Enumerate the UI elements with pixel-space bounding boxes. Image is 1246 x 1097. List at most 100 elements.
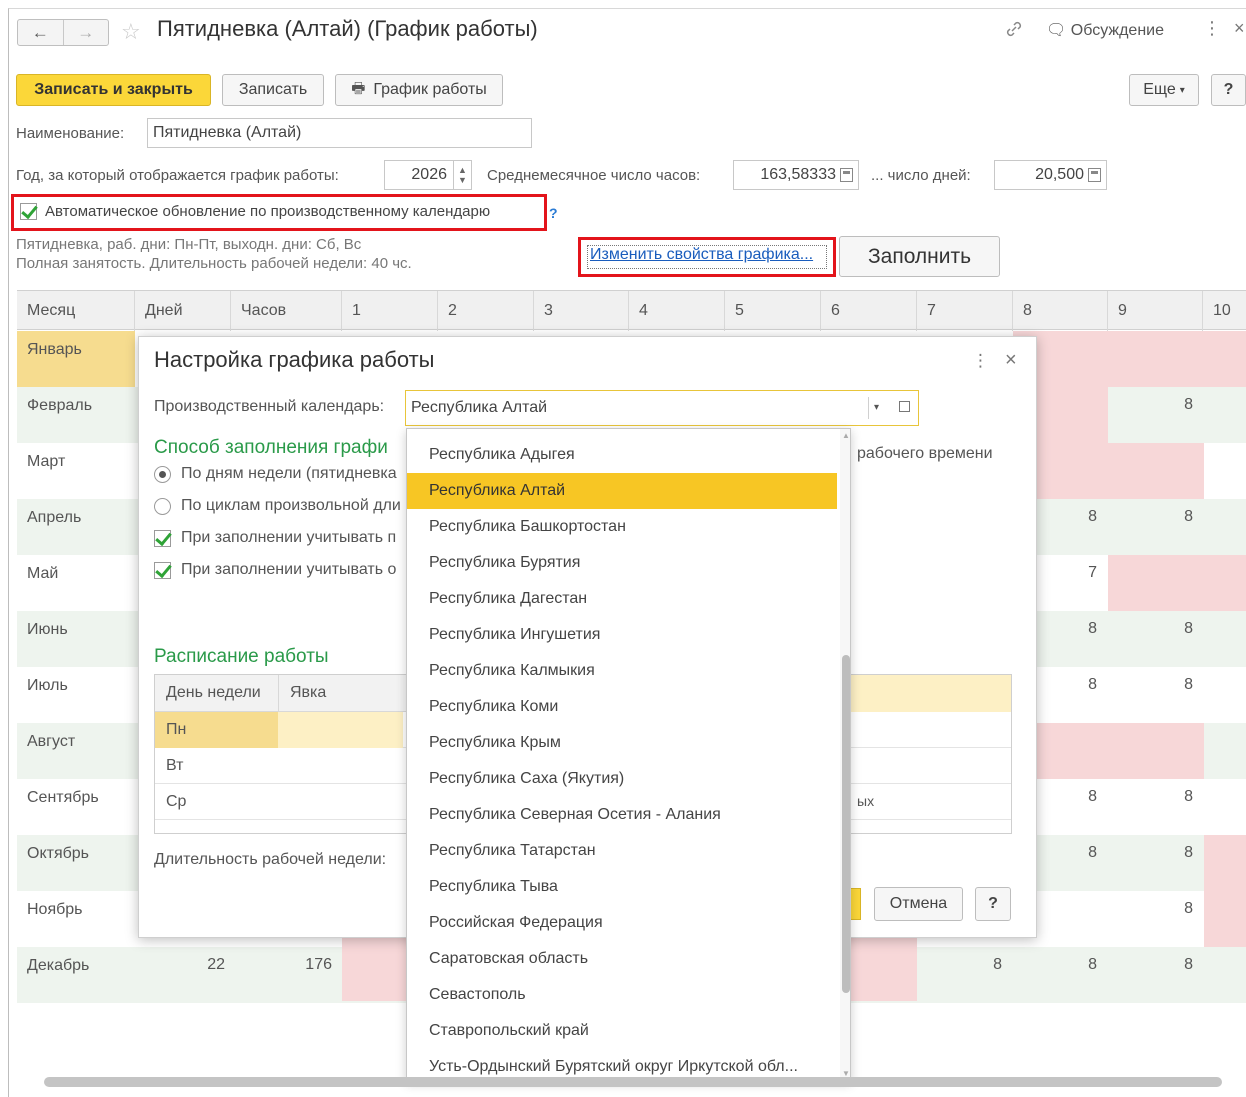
dropdown-arrow-icon[interactable]: ▾ bbox=[868, 397, 884, 419]
option-weekdays[interactable]: По дням недели (пятидневка bbox=[154, 465, 406, 483]
grid-cell[interactable]: 8 bbox=[962, 956, 1002, 974]
month-row-february[interactable]: Февраль bbox=[17, 387, 135, 443]
dropdown-item[interactable]: Саратовская область bbox=[407, 941, 837, 977]
grid-cell[interactable]: 8 bbox=[1153, 508, 1193, 526]
auto-update-checkbox[interactable] bbox=[20, 203, 37, 220]
radio-cycles[interactable] bbox=[154, 497, 171, 515]
col-day-10[interactable]: 10 bbox=[1203, 291, 1246, 331]
consider-holidays-row[interactable]: При заполнении учитывать п bbox=[154, 529, 406, 547]
col-weekday[interactable]: День недели bbox=[166, 684, 261, 702]
grid-cell[interactable]: 8 bbox=[1057, 676, 1097, 694]
dropdown-item[interactable]: Республика Калмыкия bbox=[407, 653, 837, 689]
change-properties-link[interactable]: Изменить свойства графика... bbox=[587, 245, 827, 269]
more-button[interactable]: Еще ▾ bbox=[1129, 74, 1199, 106]
dropdown-item[interactable]: Республика Дагестан bbox=[407, 581, 837, 617]
dropdown-item[interactable]: Ставропольский край bbox=[407, 1013, 837, 1049]
forward-button[interactable]: → bbox=[62, 20, 109, 45]
col-day-4[interactable]: 4 bbox=[629, 291, 725, 331]
grid-cell[interactable]: 8 bbox=[1153, 900, 1193, 918]
save-button[interactable]: Записать bbox=[222, 74, 324, 106]
grid-cell-december-days[interactable]: 22 bbox=[185, 956, 225, 974]
grid-cell[interactable]: 8 bbox=[1057, 788, 1097, 806]
grid-cell[interactable]: 8 bbox=[1153, 788, 1193, 806]
ok-button-edge[interactable] bbox=[851, 888, 861, 920]
window-close-icon[interactable]: × bbox=[1234, 18, 1245, 39]
col-day-3[interactable]: 3 bbox=[534, 291, 629, 331]
dropdown-item[interactable]: Республика Северная Осетия - Алания bbox=[407, 797, 837, 833]
grid-cell[interactable]: 8 bbox=[1057, 508, 1097, 526]
help-button[interactable]: ? bbox=[1211, 74, 1246, 106]
dropdown-item[interactable]: Российская Федерация bbox=[407, 905, 837, 941]
dropdown-item[interactable]: Республика Крым bbox=[407, 725, 837, 761]
calculator-icon[interactable] bbox=[840, 168, 853, 182]
dropdown-item[interactable]: Республика Ингушетия bbox=[407, 617, 837, 653]
grid-cell[interactable]: 8 bbox=[1057, 620, 1097, 638]
link-icon[interactable] bbox=[1005, 20, 1023, 43]
spin-up-icon[interactable]: ▲ bbox=[458, 165, 467, 175]
grid-cell[interactable]: 8 bbox=[1153, 956, 1193, 974]
grid-cell[interactable]: 8 bbox=[1153, 844, 1193, 862]
col-days[interactable]: Дней bbox=[135, 291, 231, 331]
month-row-september[interactable]: Сентябрь bbox=[17, 779, 135, 835]
consider-other-row[interactable]: При заполнении учитывать о bbox=[154, 561, 406, 579]
discussion-button[interactable]: 🗨 Обсуждение bbox=[1046, 20, 1164, 40]
year-spinner[interactable]: ▲ ▼ bbox=[453, 161, 471, 189]
window-menu-icon[interactable]: ⋮ bbox=[1203, 18, 1221, 39]
spin-down-icon[interactable]: ▼ bbox=[458, 175, 467, 185]
month-row-august[interactable]: Август bbox=[17, 723, 135, 779]
month-row-july[interactable]: Июль bbox=[17, 667, 135, 723]
month-row-december[interactable]: Декабрь bbox=[17, 947, 135, 1003]
schedule-button[interactable]: 🖶 График работы bbox=[335, 74, 503, 106]
dialog-menu-icon[interactable]: ⋮ bbox=[972, 351, 989, 371]
grid-cell-december-hours[interactable]: 176 bbox=[292, 956, 332, 974]
month-row-march[interactable]: Март bbox=[17, 443, 135, 499]
month-row-april[interactable]: Апрель bbox=[17, 499, 135, 555]
dropdown-item-selected[interactable]: Республика Алтай bbox=[407, 473, 837, 509]
radio-weekdays[interactable] bbox=[154, 465, 171, 483]
calculator-icon[interactable] bbox=[1088, 168, 1101, 182]
year-input[interactable]: 2026 ▲ ▼ bbox=[384, 160, 472, 190]
dropdown-scroll-thumb[interactable] bbox=[842, 655, 850, 993]
dropdown-item[interactable]: Республика Коми bbox=[407, 689, 837, 725]
calendar-select[interactable]: Республика Алтай ▾ bbox=[405, 390, 919, 426]
grid-cell[interactable]: 8 bbox=[1057, 844, 1097, 862]
col-day-2[interactable]: 2 bbox=[438, 291, 534, 331]
consider-checkbox-1[interactable] bbox=[154, 529, 171, 547]
grid-cell[interactable]: 7 bbox=[1057, 564, 1097, 582]
col-day-7[interactable]: 7 bbox=[917, 291, 1013, 331]
month-row-june[interactable]: Июнь bbox=[17, 611, 135, 667]
dropdown-item[interactable]: Севастополь bbox=[407, 977, 837, 1013]
scroll-up-icon[interactable]: ▲ bbox=[842, 431, 850, 440]
month-row-october[interactable]: Октябрь bbox=[17, 835, 135, 891]
cancel-button[interactable]: Отмена bbox=[874, 887, 963, 921]
dropdown-item[interactable]: Республика Башкортостан bbox=[407, 509, 837, 545]
col-day-1[interactable]: 1 bbox=[342, 291, 438, 331]
avg-hours-field[interactable]: 163,58333 bbox=[733, 160, 859, 190]
horizontal-scrollbar[interactable] bbox=[44, 1077, 1222, 1087]
favorite-star-icon[interactable]: ☆ bbox=[121, 19, 141, 45]
grid-cell[interactable]: 8 bbox=[1153, 396, 1193, 414]
days-field[interactable]: 20,500 bbox=[994, 160, 1107, 190]
grid-cell[interactable]: 8 bbox=[1057, 956, 1097, 974]
grid-cell[interactable]: 8 bbox=[1153, 676, 1193, 694]
auto-update-help-icon[interactable]: ? bbox=[549, 205, 558, 221]
back-button[interactable]: ← bbox=[18, 20, 63, 45]
name-input[interactable]: Пятидневка (Алтай) bbox=[147, 118, 532, 148]
consider-checkbox-2[interactable] bbox=[154, 561, 171, 579]
month-row-november[interactable]: Ноябрь bbox=[17, 891, 135, 947]
option-cycles[interactable]: По циклам произвольной дли bbox=[154, 497, 406, 515]
col-day-5[interactable]: 5 bbox=[725, 291, 821, 331]
dropdown-item[interactable]: Республика Тыва bbox=[407, 869, 837, 905]
grid-cell[interactable]: 8 bbox=[1153, 620, 1193, 638]
dialog-close-icon[interactable]: × bbox=[1005, 349, 1017, 372]
col-day-6[interactable]: 6 bbox=[821, 291, 917, 331]
dropdown-item[interactable]: Республика Саха (Якутия) bbox=[407, 761, 837, 797]
col-month[interactable]: Месяц bbox=[17, 291, 135, 331]
open-form-icon[interactable] bbox=[899, 401, 910, 412]
auto-update-checkbox-row[interactable]: Автоматическое обновление по производств… bbox=[20, 203, 490, 220]
col-day-9[interactable]: 9 bbox=[1108, 291, 1203, 331]
fill-button[interactable]: Заполнить bbox=[839, 236, 1000, 277]
dropdown-item[interactable]: Республика Татарстан bbox=[407, 833, 837, 869]
month-row-may[interactable]: Май bbox=[17, 555, 135, 611]
save-close-button[interactable]: Записать и закрыть bbox=[16, 74, 211, 106]
